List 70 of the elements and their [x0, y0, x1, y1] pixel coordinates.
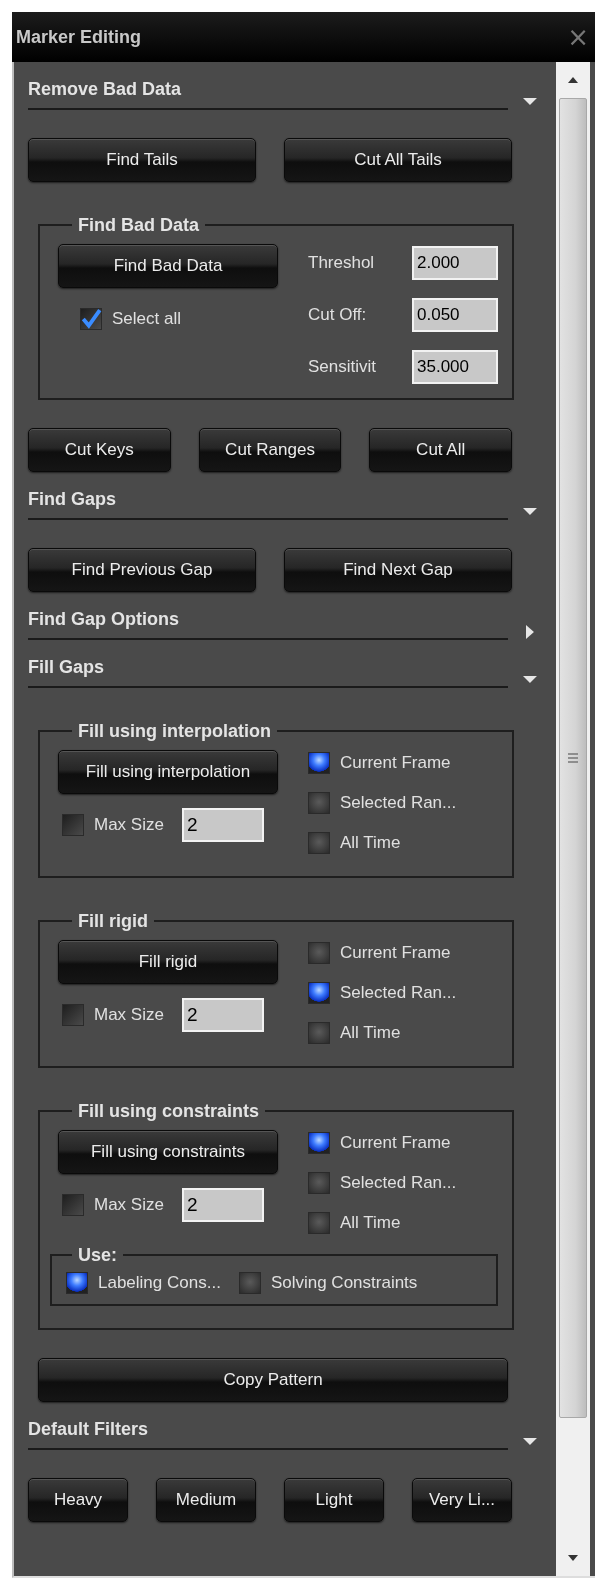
section-title: Find Gap Options: [28, 608, 509, 640]
checkbox-label: Max Size: [94, 1195, 164, 1215]
radio-label: Current Frame: [340, 943, 451, 963]
input-field[interactable]: 0.050: [412, 298, 498, 332]
action-button[interactable]: Find Next Gap: [284, 548, 512, 592]
scrollbar[interactable]: [556, 62, 590, 1576]
fill-button[interactable]: Fill rigid: [58, 940, 278, 984]
checkbox-label: Max Size: [94, 1005, 164, 1025]
radio-label: All Time: [340, 833, 401, 853]
checkbox[interactable]: [62, 814, 84, 836]
radio-label: Selected Ran...: [340, 1173, 457, 1193]
section-title: Default Filters: [28, 1418, 509, 1450]
group-title: Fill using interpolation: [77, 720, 272, 742]
radio-button[interactable]: [308, 1172, 330, 1194]
action-button[interactable]: Cut All: [369, 428, 512, 472]
close-button[interactable]: ×: [561, 24, 595, 50]
grip-icon: [567, 753, 579, 763]
radio-label: All Time: [340, 1213, 401, 1233]
radio-label: Selected Ran...: [340, 793, 457, 813]
radio-label: Labeling Cons...: [98, 1273, 221, 1293]
radio-label: Current Frame: [340, 1133, 451, 1153]
action-button[interactable]: Heavy: [28, 1478, 128, 1522]
input-field[interactable]: 2: [181, 1188, 264, 1222]
radio-button[interactable]: [308, 942, 330, 964]
group-title: Use:: [77, 1244, 118, 1266]
section-title: Find Gaps: [28, 488, 509, 520]
radio-button[interactable]: [308, 982, 330, 1004]
input-field[interactable]: 2.000: [412, 246, 498, 280]
action-button[interactable]: Medium: [156, 1478, 256, 1522]
input-field[interactable]: 2: [181, 808, 264, 842]
action-button[interactable]: Light: [284, 1478, 384, 1522]
checkbox[interactable]: [62, 1004, 84, 1026]
checkbox-label: Select all: [112, 309, 181, 329]
fill-button[interactable]: Fill using constraints: [58, 1130, 278, 1174]
action-button[interactable]: Cut All Tails: [284, 138, 512, 182]
radio-button[interactable]: [308, 1022, 330, 1044]
action-button[interactable]: Cut Ranges: [198, 428, 342, 472]
action-button[interactable]: Find Tails: [28, 138, 256, 182]
radio-label: Solving Constraints: [270, 1273, 418, 1293]
fill-button[interactable]: Fill using interpolation: [58, 750, 278, 794]
copy-pattern-button[interactable]: Copy Pattern: [38, 1358, 508, 1402]
radio-button[interactable]: [308, 1132, 330, 1154]
radio-button[interactable]: [308, 832, 330, 854]
input-field[interactable]: 35.000: [412, 350, 498, 384]
section-title: Fill Gaps: [28, 656, 509, 688]
checkbox-label: Max Size: [94, 815, 164, 835]
field-label: Cut Off:: [308, 305, 368, 325]
action-button[interactable]: Cut Keys: [28, 428, 171, 472]
group-title: Find Bad Data: [77, 214, 200, 236]
radio-button[interactable]: [308, 792, 330, 814]
action-button[interactable]: Very Li...: [412, 1478, 512, 1522]
group-title: Fill using constraints: [77, 1100, 261, 1122]
find-bad-data-button[interactable]: Find Bad Data: [58, 244, 278, 288]
section-title: Remove Bad Data: [28, 78, 509, 110]
radio-label: Selected Ran...: [340, 983, 457, 1003]
radio-label: All Time: [340, 1023, 401, 1043]
radio-button[interactable]: [238, 1272, 261, 1294]
radio-label: Current Frame: [340, 753, 451, 773]
field-label: Sensitivit: [308, 357, 378, 377]
window-title: Marker Editing: [16, 26, 142, 48]
group-title: Fill rigid: [77, 910, 149, 932]
field-label: Threshol: [308, 253, 376, 273]
radio-button[interactable]: [308, 1212, 330, 1234]
action-button[interactable]: Find Previous Gap: [28, 548, 256, 592]
checkbox[interactable]: [62, 1194, 84, 1216]
checkbox[interactable]: [80, 308, 102, 330]
scrollbar-thumb[interactable]: [559, 98, 587, 1418]
radio-button[interactable]: [308, 752, 330, 774]
radio-button[interactable]: [66, 1272, 88, 1294]
input-field[interactable]: 2: [181, 998, 264, 1032]
